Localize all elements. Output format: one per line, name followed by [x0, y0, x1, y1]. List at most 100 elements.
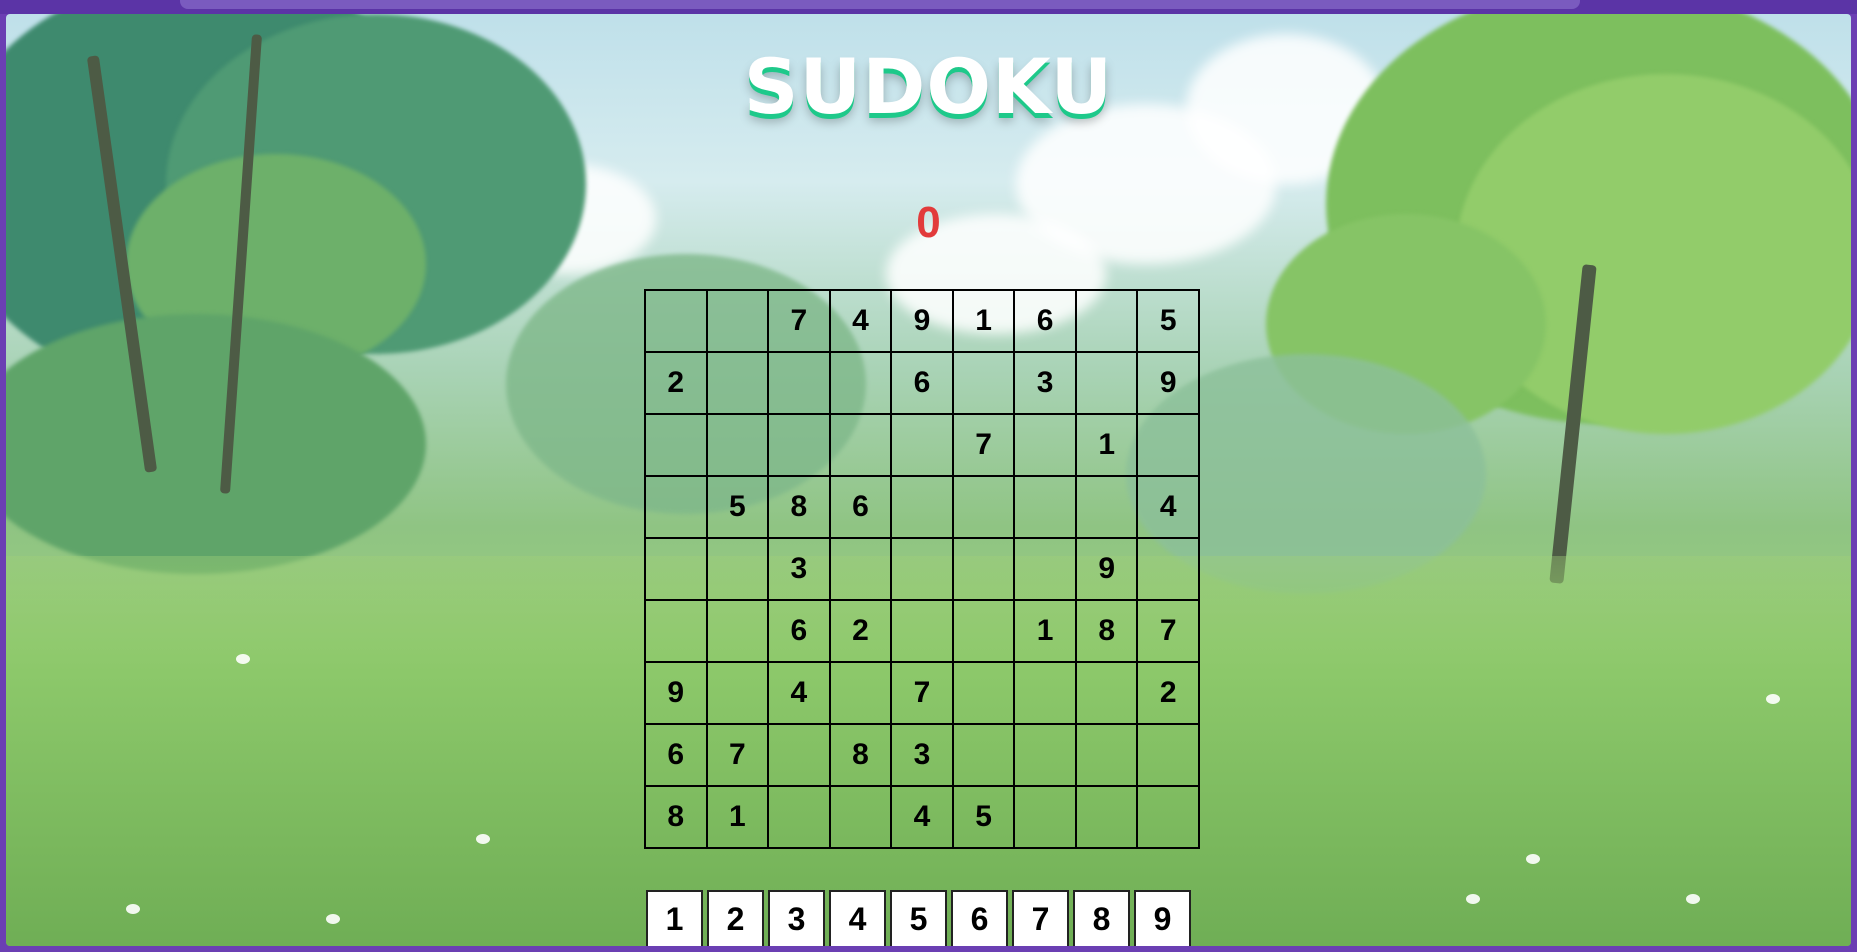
board-cell[interactable]: 5: [952, 786, 1015, 848]
board-cell[interactable]: 7: [706, 724, 769, 786]
board-cell[interactable]: [1014, 476, 1076, 538]
board-cell[interactable]: 6: [829, 476, 892, 538]
board-cell[interactable]: [1075, 786, 1138, 848]
board-cell[interactable]: 6: [1014, 290, 1076, 352]
board-cell[interactable]: [1014, 414, 1076, 476]
board-cell[interactable]: 5: [706, 476, 769, 538]
board-cell[interactable]: [1075, 724, 1138, 786]
board-cell[interactable]: [952, 476, 1015, 538]
board-cell[interactable]: [768, 414, 830, 476]
board-cell[interactable]: [706, 414, 769, 476]
board-cell[interactable]: 6: [645, 724, 707, 786]
number-button-9[interactable]: 9: [1134, 890, 1191, 946]
number-button-5[interactable]: 5: [890, 890, 947, 946]
board-cell[interactable]: [891, 538, 953, 600]
number-button-7[interactable]: 7: [1012, 890, 1069, 946]
board-cell[interactable]: [706, 662, 769, 724]
board-cell[interactable]: 4: [1137, 476, 1199, 538]
board-cell[interactable]: [706, 538, 769, 600]
board-cell[interactable]: 1: [952, 290, 1015, 352]
sudoku-board: 74916526397158643962187947267838145: [644, 289, 1200, 849]
board-cell[interactable]: 9: [1075, 538, 1138, 600]
board-cell[interactable]: [829, 786, 892, 848]
board-cell[interactable]: [891, 414, 953, 476]
board-cell[interactable]: 8: [645, 786, 707, 848]
board-cell[interactable]: 4: [891, 786, 953, 848]
board-cell[interactable]: 6: [891, 352, 953, 414]
flower-decoration: [236, 654, 250, 664]
board-cell[interactable]: [952, 662, 1015, 724]
board-cell[interactable]: [1137, 786, 1199, 848]
board-cell[interactable]: 7: [891, 662, 953, 724]
board-cell[interactable]: [1075, 476, 1138, 538]
number-button-4[interactable]: 4: [829, 890, 886, 946]
board-cell[interactable]: [768, 352, 830, 414]
board-cell[interactable]: 5: [1137, 290, 1199, 352]
board-cell[interactable]: 8: [829, 724, 892, 786]
board-cell[interactable]: [706, 352, 769, 414]
flower-decoration: [1466, 894, 1480, 904]
board-cell[interactable]: [768, 724, 830, 786]
number-button-1[interactable]: 1: [646, 890, 703, 946]
board-cell[interactable]: [1075, 352, 1138, 414]
board-cell[interactable]: [1014, 662, 1076, 724]
board-cell[interactable]: [1014, 786, 1076, 848]
board-cell[interactable]: 3: [1014, 352, 1076, 414]
board-cell[interactable]: [1137, 414, 1199, 476]
board-cell[interactable]: 6: [768, 600, 830, 662]
board-cell[interactable]: [1137, 724, 1199, 786]
board-cell[interactable]: [952, 600, 1015, 662]
board-cell[interactable]: 1: [1014, 600, 1076, 662]
board-cell[interactable]: [829, 538, 892, 600]
board-cell[interactable]: [1137, 538, 1199, 600]
board-cell[interactable]: [891, 476, 953, 538]
board-cell[interactable]: 8: [768, 476, 830, 538]
address-bar: [180, 0, 1580, 9]
game-title: SUDOKU: [743, 42, 1114, 131]
flower-decoration: [1766, 694, 1780, 704]
board-cell[interactable]: 7: [768, 290, 830, 352]
board-cell[interactable]: 7: [952, 414, 1015, 476]
board-cell[interactable]: [706, 290, 769, 352]
number-button-2[interactable]: 2: [707, 890, 764, 946]
flower-decoration: [326, 914, 340, 924]
board-cell[interactable]: 4: [768, 662, 830, 724]
number-button-8[interactable]: 8: [1073, 890, 1130, 946]
board-cell[interactable]: [1075, 290, 1138, 352]
board-cell[interactable]: [891, 600, 953, 662]
board-cell[interactable]: 9: [1137, 352, 1199, 414]
board-cell[interactable]: [645, 538, 707, 600]
board-cell[interactable]: [829, 662, 892, 724]
board-cell[interactable]: [645, 290, 707, 352]
board-cell[interactable]: 1: [1075, 414, 1138, 476]
board-cell[interactable]: [952, 538, 1015, 600]
board-cell[interactable]: 2: [829, 600, 892, 662]
board-cell[interactable]: 9: [891, 290, 953, 352]
board-cell[interactable]: [829, 352, 892, 414]
board-cell[interactable]: [645, 414, 707, 476]
board-cell[interactable]: 2: [645, 352, 707, 414]
board-cell[interactable]: 1: [706, 786, 769, 848]
board-cell[interactable]: [1014, 538, 1076, 600]
board-cell[interactable]: 3: [768, 538, 830, 600]
board-cell[interactable]: [952, 724, 1015, 786]
flower-decoration: [1526, 854, 1540, 864]
number-button-6[interactable]: 6: [951, 890, 1008, 946]
board-cell[interactable]: 9: [645, 662, 707, 724]
board-cell[interactable]: [768, 786, 830, 848]
board-cell[interactable]: [829, 414, 892, 476]
number-button-3[interactable]: 3: [768, 890, 825, 946]
board-cell[interactable]: [645, 476, 707, 538]
board-cell[interactable]: 4: [829, 290, 892, 352]
board-cell[interactable]: [1075, 662, 1138, 724]
board-cell[interactable]: 3: [891, 724, 953, 786]
board-cell[interactable]: 2: [1137, 662, 1199, 724]
score-counter: 0: [916, 198, 941, 247]
board-cell[interactable]: 8: [1075, 600, 1138, 662]
board-cell[interactable]: [952, 352, 1015, 414]
flower-decoration: [126, 904, 140, 914]
board-cell[interactable]: 7: [1137, 600, 1199, 662]
board-cell[interactable]: [645, 600, 707, 662]
board-cell[interactable]: [706, 600, 769, 662]
board-cell[interactable]: [1014, 724, 1076, 786]
